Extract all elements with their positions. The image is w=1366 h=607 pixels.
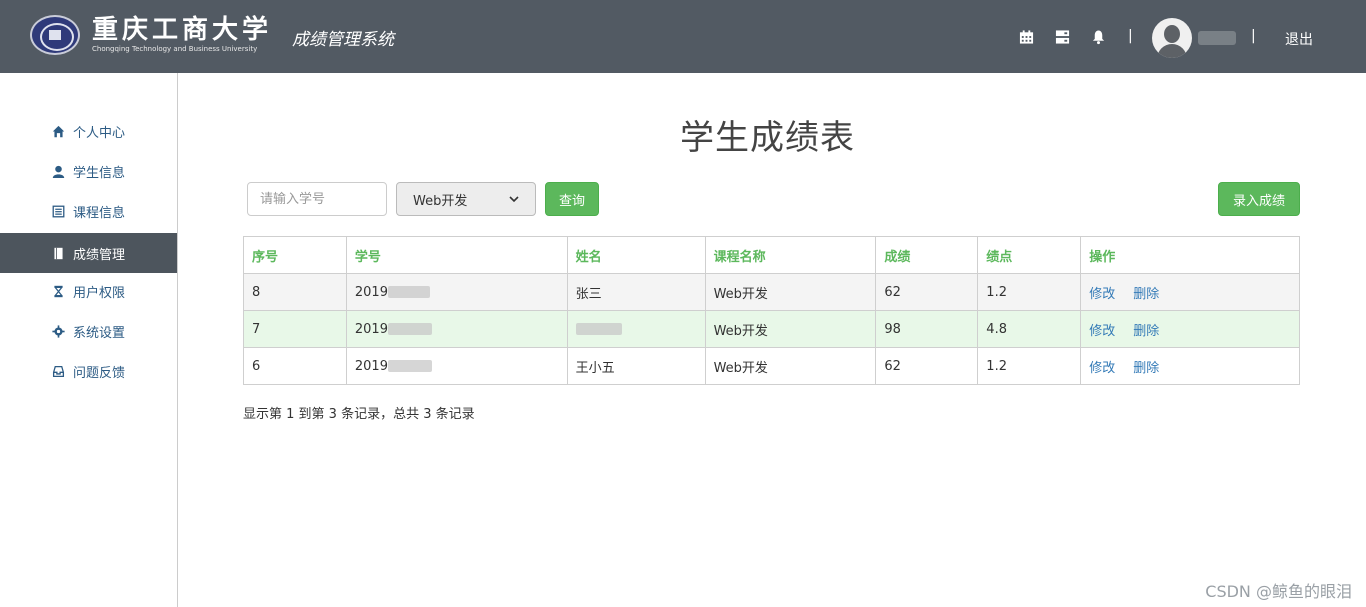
cell-actions: 修改 删除 <box>1080 347 1300 385</box>
header-course: 课程名称 <box>704 236 877 274</box>
cell-actions: 修改 删除 <box>1080 310 1300 348</box>
cell-gpa: 1.2 <box>977 273 1082 311</box>
watermark: CSDN @鲸鱼的眼泪 <box>1205 582 1352 601</box>
redacted-id <box>387 360 432 372</box>
sidebar-item-label: 学生信息 <box>73 165 126 181</box>
delete-link[interactable]: 删除 <box>1133 361 1159 376</box>
calendar-icon[interactable] <box>1019 29 1034 45</box>
table-row: 8 2019 张三 Web开发 62 1.2 修改 删除 <box>243 273 1300 311</box>
cell-student-id: 2019 <box>345 310 568 348</box>
header-score: 成绩 <box>875 236 979 274</box>
sidebar-item-label: 问题反馈 <box>73 365 126 381</box>
sidebar-item-student-info[interactable]: 学生信息 <box>0 151 177 191</box>
cell-score: 98 <box>875 310 979 348</box>
edit-link[interactable]: 修改 <box>1089 324 1115 339</box>
cell-name: 张三 <box>566 273 706 311</box>
sidebar-item-user-permissions[interactable]: 用户权限 <box>0 271 177 311</box>
header-index: 序号 <box>243 236 347 274</box>
redacted-id <box>387 323 432 335</box>
cell-name <box>566 310 706 348</box>
cell-student-id: 2019 <box>345 273 568 311</box>
bell-icon[interactable] <box>1091 29 1106 45</box>
cell-score: 62 <box>875 273 979 311</box>
sidebar-item-feedback[interactable]: 问题反馈 <box>0 351 177 391</box>
sidebar-item-label: 个人中心 <box>73 125 126 141</box>
edit-link[interactable]: 修改 <box>1089 361 1115 376</box>
edit-link[interactable]: 修改 <box>1089 287 1115 302</box>
chevron-down-icon <box>509 196 519 203</box>
cell-student-id: 2019 <box>345 347 568 385</box>
book-icon <box>54 247 63 259</box>
inbox-icon <box>52 365 65 377</box>
student-id-prefix: 2019 <box>354 358 388 374</box>
pagination-summary: 显示第 1 到第 3 条记录，总共 3 条记录 <box>243 407 475 422</box>
grades-table: 序号 学号 姓名 课程名称 成绩 绩点 操作 8 2019 张三 Web开发 6… <box>243 236 1300 385</box>
logo-text: 重庆工商大学 Chongqing Technology and Business… <box>92 16 272 54</box>
sidebar-item-label: 用户权限 <box>73 285 126 301</box>
hourglass-icon <box>53 285 64 297</box>
user-avatar[interactable] <box>1152 18 1192 58</box>
cell-course: Web开发 <box>704 273 877 311</box>
sidebar: 个人中心 学生信息 课程信息 成绩管理 用户权限 系统设置 问题反馈 <box>0 73 178 607</box>
university-name-en: Chongqing Technology and Business Univer… <box>92 45 258 53</box>
sidebar-item-grade-management[interactable]: 成绩管理 <box>0 233 177 273</box>
sidebar-item-course-info[interactable]: 课程信息 <box>0 191 177 231</box>
course-select[interactable]: Web开发 <box>396 182 536 216</box>
username-blurred <box>1198 31 1236 45</box>
cell-index: 8 <box>243 273 347 311</box>
cell-index: 7 <box>243 310 347 348</box>
cell-gpa: 4.8 <box>977 310 1082 348</box>
header-actions: 操作 <box>1080 236 1300 274</box>
gear-icon <box>52 324 65 338</box>
sidebar-item-system-settings[interactable]: 系统设置 <box>0 311 177 351</box>
server-icon[interactable] <box>1055 29 1070 45</box>
header-gpa: 绩点 <box>977 236 1082 274</box>
home-icon <box>52 125 65 137</box>
top-header: 重庆工商大学 Chongqing Technology and Business… <box>0 0 1366 73</box>
sidebar-item-label: 系统设置 <box>73 325 126 341</box>
university-logo[interactable]: 重庆工商大学 Chongqing Technology and Business… <box>30 13 272 57</box>
sidebar-item-label: 成绩管理 <box>73 247 126 263</box>
page-title: 学生成绩表 <box>680 118 855 158</box>
header-student-id: 学号 <box>345 236 568 274</box>
header-separator: | <box>1128 28 1133 44</box>
header-separator: | <box>1251 28 1256 44</box>
cell-index: 6 <box>243 347 347 385</box>
delete-link[interactable]: 删除 <box>1133 287 1159 302</box>
table-row: 7 2019 Web开发 98 4.8 修改 删除 <box>243 310 1300 348</box>
student-id-prefix: 2019 <box>354 284 388 300</box>
delete-link[interactable]: 删除 <box>1133 324 1159 339</box>
header-name: 姓名 <box>566 236 706 274</box>
course-select-value: Web开发 <box>413 193 468 209</box>
cell-course: Web开发 <box>704 347 877 385</box>
student-id-search-input[interactable] <box>247 182 387 216</box>
sidebar-item-personal-center[interactable]: 个人中心 <box>0 111 177 151</box>
cell-score: 62 <box>875 347 979 385</box>
cell-actions: 修改 删除 <box>1080 273 1300 311</box>
university-name-cn: 重庆工商大学 <box>92 15 273 45</box>
user-icon <box>52 165 65 178</box>
redacted-id <box>387 286 430 298</box>
cell-name: 王小五 <box>566 347 706 385</box>
sidebar-item-label: 课程信息 <box>73 205 126 221</box>
cell-course: Web开发 <box>704 310 877 348</box>
logout-button[interactable]: 退出 <box>1285 29 1313 49</box>
cell-gpa: 1.2 <box>977 347 1082 385</box>
student-id-prefix: 2019 <box>354 321 388 337</box>
query-button[interactable]: 查询 <box>545 182 599 216</box>
system-title: 成绩管理系统 <box>292 30 394 50</box>
list-icon <box>52 205 65 217</box>
university-seal-icon <box>30 15 80 55</box>
table-header-row: 序号 学号 姓名 课程名称 成绩 绩点 操作 <box>243 236 1300 274</box>
redacted-name <box>575 323 622 335</box>
table-row: 6 2019 王小五 Web开发 62 1.2 修改 删除 <box>243 347 1300 385</box>
add-grade-button[interactable]: 录入成绩 <box>1218 182 1300 216</box>
